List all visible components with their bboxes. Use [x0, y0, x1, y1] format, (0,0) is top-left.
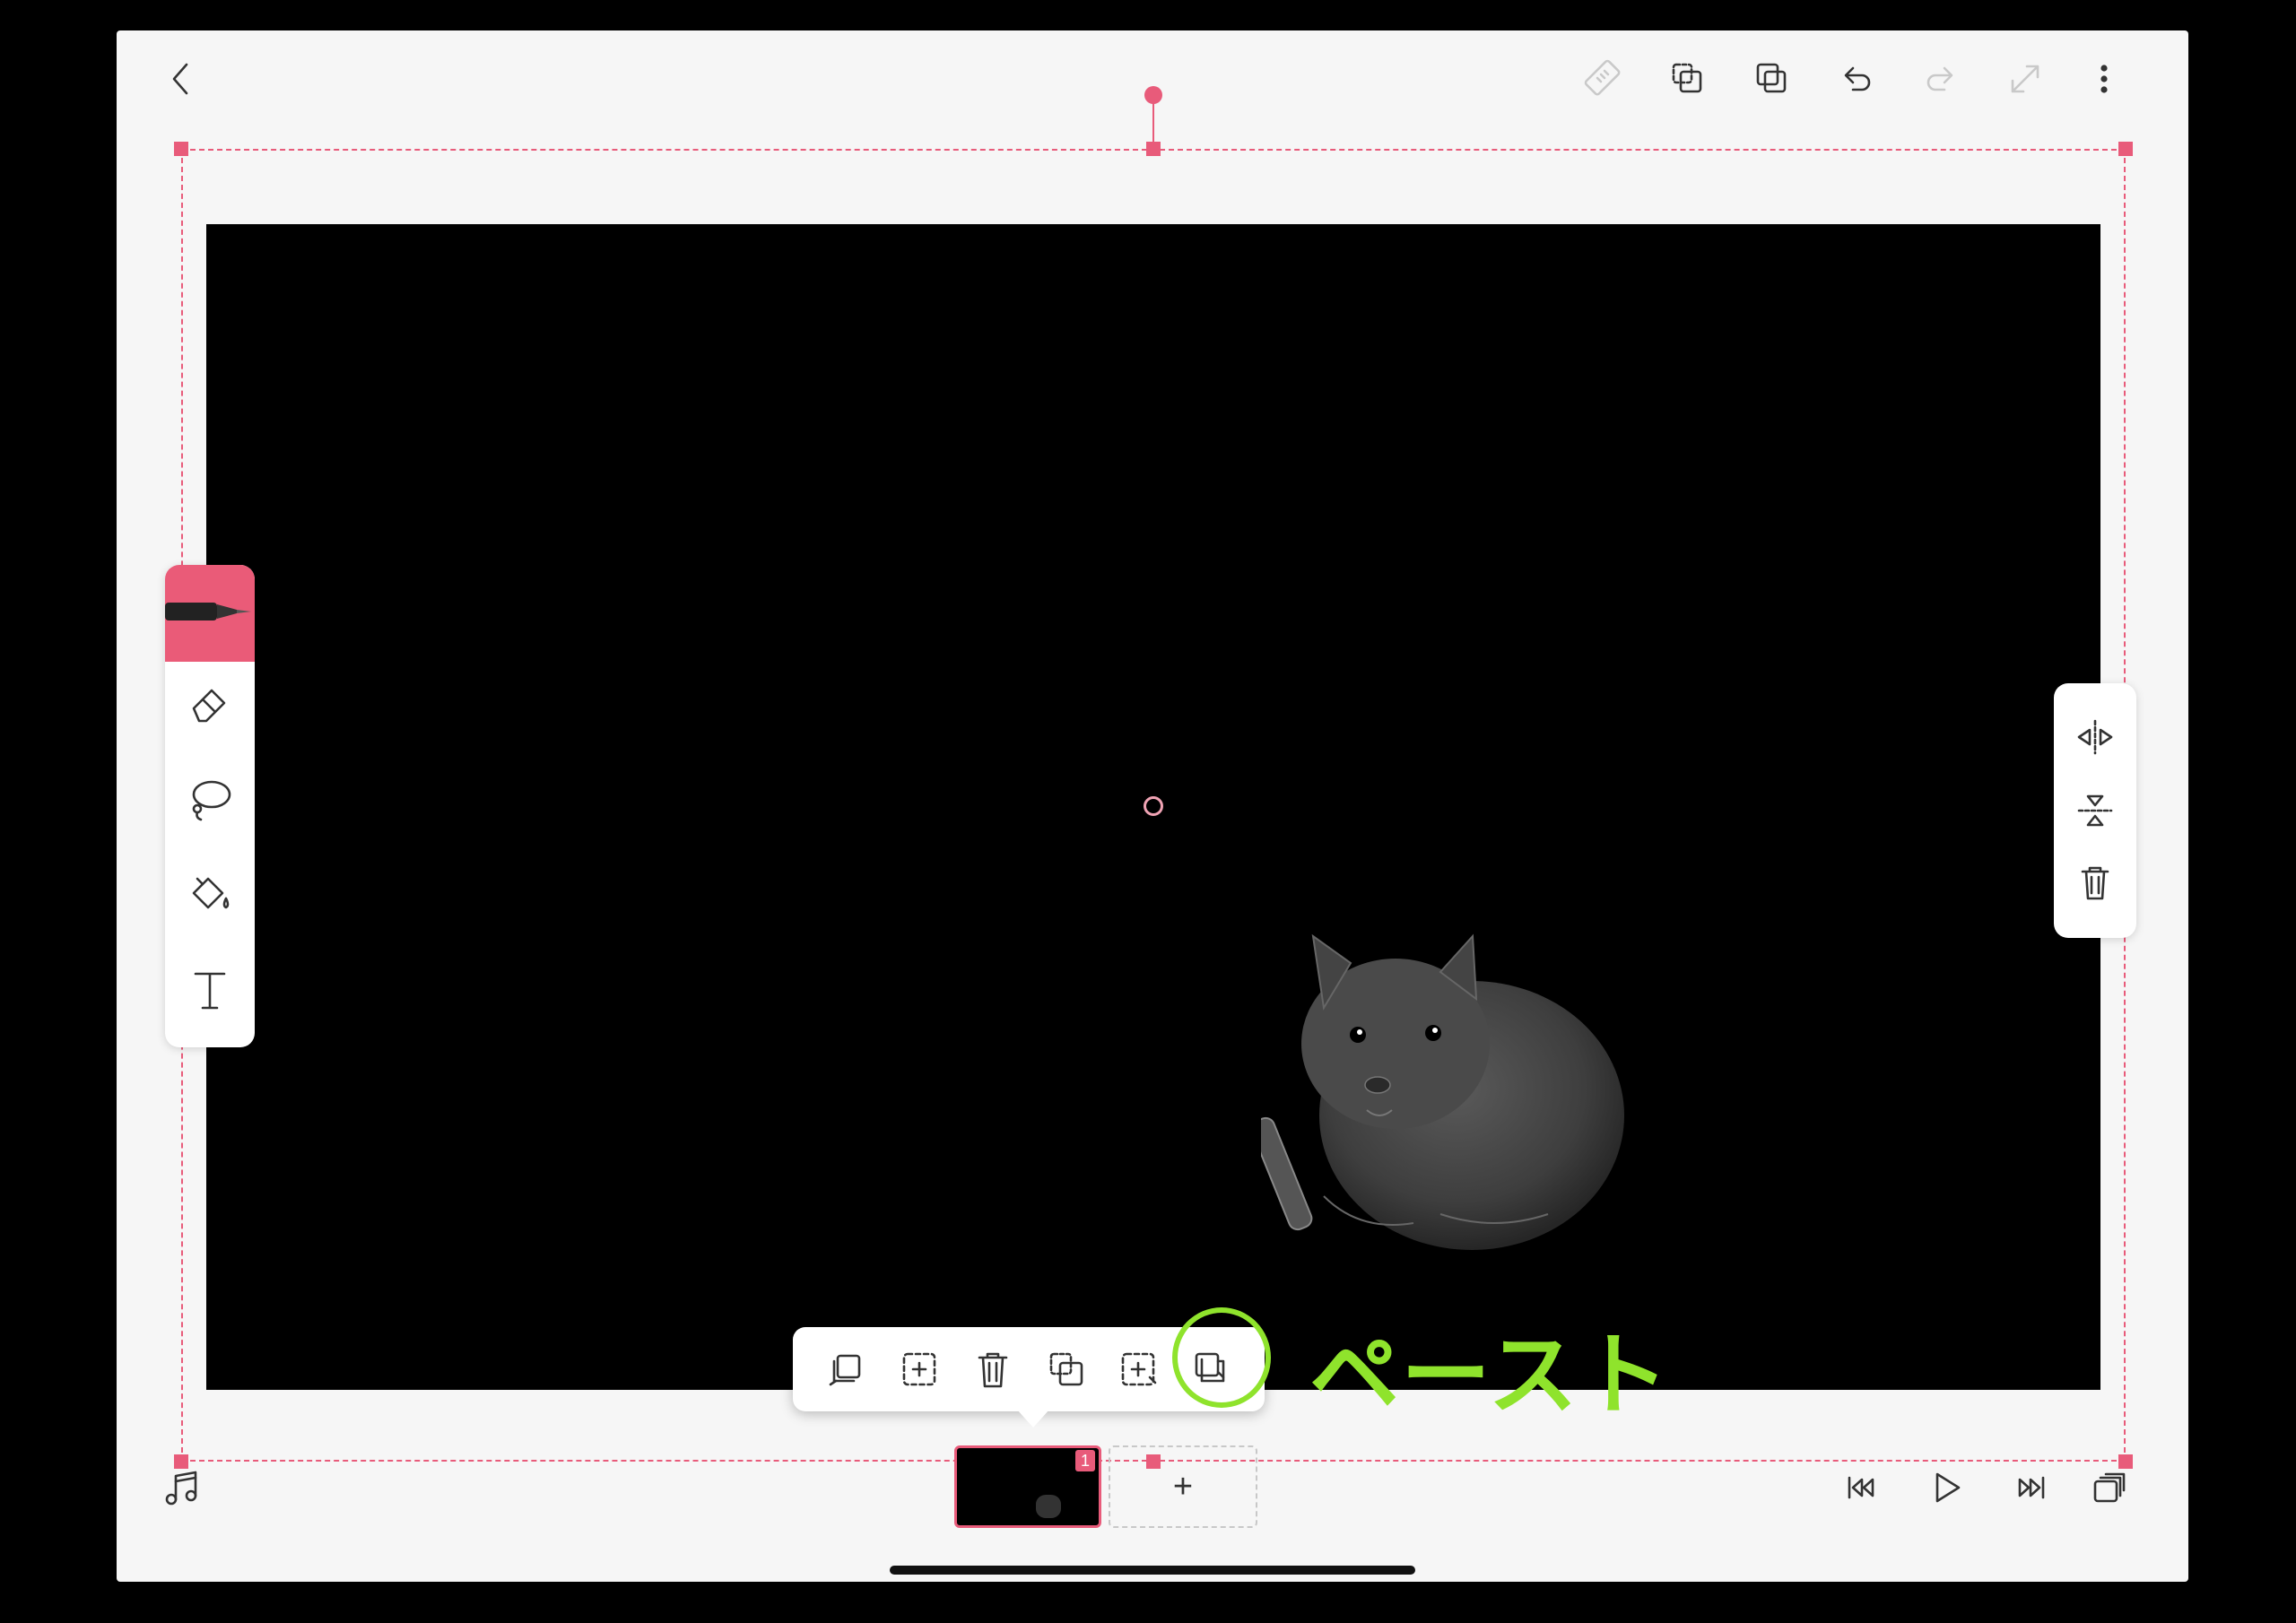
- music-note-icon: [165, 1471, 197, 1506]
- cut-icon: [829, 1354, 861, 1386]
- more-button[interactable]: [2086, 56, 2122, 102]
- copy-dashed-button[interactable]: [895, 1345, 944, 1393]
- skip-start-button[interactable]: [1840, 1465, 1883, 1510]
- home-indicator: [890, 1566, 1415, 1575]
- add-dashed-button[interactable]: [1114, 1345, 1162, 1393]
- ruler-icon: [1584, 59, 1621, 96]
- skip-end-icon: [2018, 1476, 2045, 1499]
- copy-selection-icon: [1672, 63, 1702, 93]
- add-dashed-icon: [1121, 1352, 1157, 1386]
- redo-button[interactable]: [1918, 56, 1964, 102]
- resize-button[interactable]: [2002, 56, 2048, 102]
- cut-button[interactable]: [823, 1345, 872, 1393]
- chevron-left-icon: [172, 63, 188, 95]
- frames-icon: [2093, 1472, 2126, 1503]
- selection-handle-top-left[interactable]: [174, 142, 188, 156]
- selection-handle-top-right[interactable]: [2118, 142, 2133, 156]
- duplicate-layer-button[interactable]: [1749, 56, 1796, 102]
- resize-icon: [2011, 65, 2039, 93]
- fill-bucket-button[interactable]: [185, 868, 235, 918]
- duplicate-layer-icon: [1756, 63, 1787, 93]
- fill-bucket-icon: [192, 877, 230, 909]
- lasso-button[interactable]: [185, 773, 235, 823]
- skip-end-button[interactable]: [2009, 1465, 2052, 1510]
- pen-tool-button[interactable]: [165, 565, 255, 662]
- tool-palette: [165, 565, 255, 1047]
- duplicate-button[interactable]: [1042, 1345, 1091, 1393]
- eraser-icon: [192, 689, 226, 723]
- music-button[interactable]: [161, 1465, 203, 1510]
- frames-button[interactable]: [2088, 1465, 2131, 1510]
- play-icon: [1935, 1472, 1961, 1503]
- pivot-point[interactable]: [1144, 796, 1163, 816]
- skip-start-icon: [1848, 1476, 1874, 1499]
- flip-vertical-button[interactable]: [2074, 789, 2117, 832]
- redo-icon: [1926, 66, 1953, 91]
- back-button[interactable]: [161, 56, 201, 102]
- ruler-button[interactable]: [1580, 56, 1627, 102]
- trash-icon: [978, 1352, 1008, 1388]
- lasso-icon: [192, 780, 231, 821]
- play-button[interactable]: [1925, 1465, 1968, 1510]
- add-frame-button[interactable]: +: [1109, 1445, 1257, 1528]
- app-window: ペースト 1 +: [117, 30, 2188, 1582]
- undo-icon: [1844, 66, 1871, 91]
- frame-thumbnail-drawing: [1036, 1495, 1061, 1518]
- pen-tool-icon: [165, 603, 251, 621]
- trash-button[interactable]: [969, 1345, 1017, 1393]
- duplicate-icon: [1049, 1352, 1083, 1386]
- text-tool-icon: [194, 972, 226, 1010]
- undo-button[interactable]: [1833, 56, 1880, 102]
- paste-annotation: ペースト: [1309, 1323, 1671, 1428]
- flip-horizontal-button[interactable]: [2074, 716, 2117, 759]
- copy-dashed-icon: [902, 1352, 936, 1386]
- rotation-handle[interactable]: [1144, 86, 1162, 104]
- frame-thumbnail[interactable]: 1: [954, 1445, 1101, 1528]
- eraser-button[interactable]: [185, 678, 235, 728]
- context-menu-tail: [1017, 1410, 1049, 1428]
- transform-palette: [2054, 683, 2136, 938]
- copy-selection-button[interactable]: [1665, 56, 1711, 102]
- delete-icon: [2081, 866, 2109, 900]
- more-vertical-icon: [2100, 65, 2108, 93]
- flip-horizontal-icon: [2077, 719, 2113, 755]
- frame-number-badge: 1: [1075, 1450, 1095, 1471]
- flip-vertical-icon: [2077, 794, 2113, 827]
- annotation-circle: [1172, 1307, 1271, 1408]
- delete-button[interactable]: [2074, 861, 2117, 904]
- text-tool-button[interactable]: [185, 965, 235, 1015]
